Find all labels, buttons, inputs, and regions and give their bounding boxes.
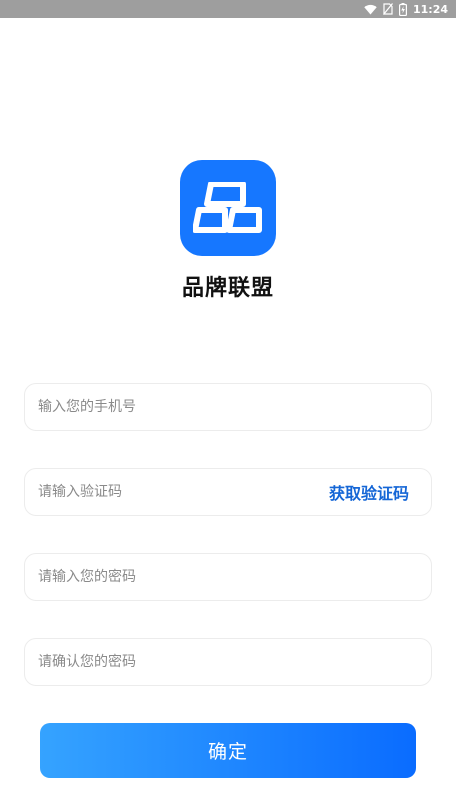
password-input[interactable] xyxy=(25,553,431,601)
confirm-button[interactable]: 确定 xyxy=(40,723,416,778)
phone-input[interactable] xyxy=(25,383,431,431)
phone-field[interactable] xyxy=(24,383,432,431)
no-sim-icon xyxy=(383,3,393,15)
confirm-password-field[interactable] xyxy=(24,638,432,686)
password-field[interactable] xyxy=(24,553,432,601)
battery-charging-icon xyxy=(398,2,407,16)
verification-code-input[interactable] xyxy=(25,468,329,516)
app-logo xyxy=(180,160,276,256)
verification-code-field[interactable]: 获取验证码 xyxy=(24,468,432,516)
status-bar: 11:24 xyxy=(0,0,456,18)
confirm-password-input[interactable] xyxy=(25,638,431,686)
status-time: 11:24 xyxy=(412,2,448,16)
get-code-button[interactable]: 获取验证码 xyxy=(329,480,409,504)
pin-brand-logo-icon xyxy=(193,182,262,233)
wifi-icon xyxy=(364,4,377,15)
app-name: 品牌联盟 xyxy=(181,276,274,301)
